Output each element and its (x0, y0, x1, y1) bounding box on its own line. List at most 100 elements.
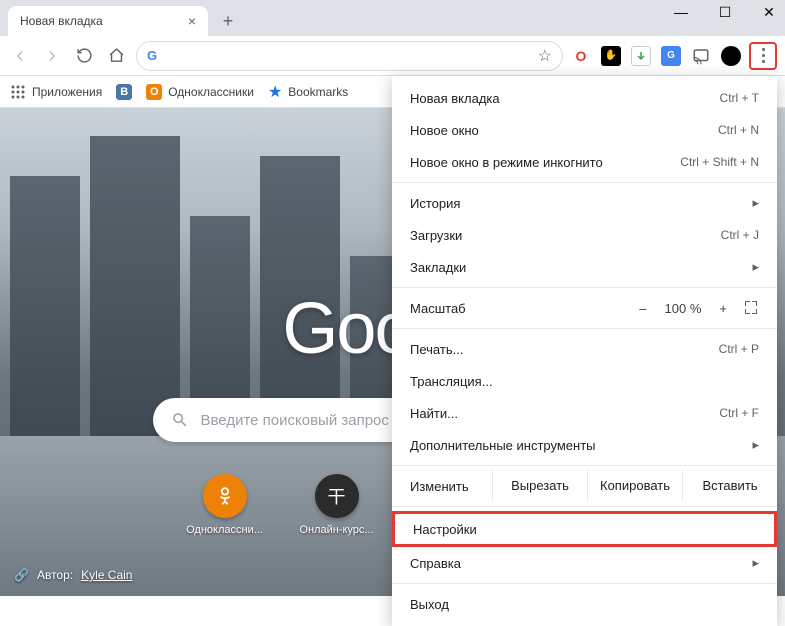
titlebar: Новая вкладка × + — ☐ ✕ (0, 0, 785, 36)
home-button[interactable] (104, 44, 128, 68)
menu-settings[interactable]: Настройки (392, 511, 777, 547)
author-name: Kyle Cain (81, 568, 132, 582)
menu-separator (392, 182, 777, 183)
menu-label: История (410, 196, 460, 211)
menu-new-tab[interactable]: Новая вкладка Ctrl + T (392, 82, 777, 114)
bookmark-ok-label: Одноклассники (168, 85, 254, 99)
tab-close-icon[interactable]: × (188, 13, 196, 29)
chrome-menu: Новая вкладка Ctrl + T Новое окно Ctrl +… (392, 76, 777, 626)
menu-label: Новое окно (410, 123, 479, 138)
browser-tab[interactable]: Новая вкладка × (8, 6, 208, 36)
ext-savefrom-icon[interactable] (631, 46, 651, 66)
menu-incognito[interactable]: Новое окно в режиме инкогнито Ctrl + Shi… (392, 146, 777, 178)
menu-label: Закладки (410, 260, 466, 275)
submenu-arrow-icon: ▸ (752, 437, 759, 453)
close-window-button[interactable]: ✕ (759, 4, 779, 21)
shortcut-course-icon: 干 (315, 474, 359, 518)
ext-cast-icon[interactable] (691, 46, 711, 66)
menu-separator (392, 583, 777, 584)
menu-print[interactable]: Печать... Ctrl + P (392, 333, 777, 365)
star-icon: ★ (268, 82, 282, 102)
bookmark-star[interactable]: ★ Bookmarks (268, 82, 348, 102)
menu-zoom: Масштаб – 100 % + (392, 292, 777, 324)
menu-shortcut: Ctrl + N (718, 123, 759, 137)
menu-label: Новое окно в режиме инкогнито (410, 155, 603, 170)
google-g-icon: G (147, 48, 157, 63)
menu-downloads[interactable]: Загрузки Ctrl + J (392, 219, 777, 251)
ext-opera-icon[interactable]: O (571, 46, 591, 66)
vertical-dots-icon (762, 48, 765, 63)
address-input[interactable] (165, 48, 530, 64)
menu-separator (392, 506, 777, 507)
maximize-button[interactable]: ☐ (715, 4, 735, 21)
window-controls: — ☐ ✕ (671, 4, 779, 21)
forward-button[interactable] (40, 44, 64, 68)
menu-bookmarks[interactable]: Закладки ▸ (392, 251, 777, 283)
tab-title: Новая вкладка (20, 14, 103, 28)
apps-grid-icon (10, 84, 26, 100)
menu-history[interactable]: История ▸ (392, 187, 777, 219)
menu-shortcut: Ctrl + J (721, 228, 759, 242)
edit-cut-button[interactable]: Вырезать (492, 470, 587, 502)
menu-separator (392, 328, 777, 329)
menu-shortcut: Ctrl + Shift + N (680, 155, 759, 169)
menu-find[interactable]: Найти... Ctrl + F (392, 397, 777, 429)
menu-separator (392, 287, 777, 288)
menu-shortcut: Ctrl + P (719, 342, 759, 356)
new-tab-button[interactable]: + (214, 7, 242, 35)
search-icon (171, 411, 189, 429)
back-button[interactable] (8, 44, 32, 68)
menu-label: Трансляция... (410, 374, 493, 389)
zoom-out-button[interactable]: – (639, 301, 646, 316)
vk-icon: B (116, 84, 132, 100)
bookmark-star-icon[interactable]: ☆ (538, 46, 552, 66)
author-prefix: Автор: (37, 568, 73, 582)
ext-adblock-icon[interactable]: ✋ (601, 46, 621, 66)
ok-icon: О (146, 84, 162, 100)
menu-new-window[interactable]: Новое окно Ctrl + N (392, 114, 777, 146)
zoom-in-button[interactable]: + (719, 301, 727, 316)
menu-separator (392, 465, 777, 466)
shortcut-label: Онлайн-курс... (299, 524, 373, 536)
link-icon: 🔗 (14, 568, 29, 582)
shortcut-ok-icon (203, 474, 247, 518)
menu-exit[interactable]: Выход (392, 588, 777, 620)
reload-button[interactable] (72, 44, 96, 68)
menu-more-tools[interactable]: Дополнительные инструменты ▸ (392, 429, 777, 461)
bookmark-ok[interactable]: О Одноклассники (146, 84, 254, 100)
menu-label: Новая вкладка (410, 91, 500, 106)
zoom-value: 100 % (665, 301, 702, 316)
ext-dark-icon[interactable] (721, 46, 741, 66)
submenu-arrow-icon: ▸ (752, 259, 759, 275)
menu-label: Печать... (410, 342, 463, 357)
search-placeholder: Введите поисковый запрос (201, 412, 389, 429)
submenu-arrow-icon: ▸ (752, 555, 759, 571)
menu-label: Справка (410, 556, 461, 571)
apps-label: Приложения (32, 85, 102, 99)
menu-shortcut: Ctrl + T (720, 91, 759, 105)
bookmark-star-label: Bookmarks (288, 85, 348, 99)
menu-label: Дополнительные инструменты (410, 438, 596, 453)
menu-shortcut: Ctrl + F (719, 406, 759, 420)
shortcut-label: Однокласcни... (186, 524, 263, 536)
toolbar: G ☆ O ✋ G (0, 36, 785, 76)
edit-copy-button[interactable]: Копировать (587, 470, 682, 502)
bookmark-vk[interactable]: B (116, 84, 132, 100)
ext-translate-icon[interactable]: G (661, 46, 681, 66)
menu-help[interactable]: Справка ▸ (392, 547, 777, 579)
menu-edit-row: Изменить Вырезать Копировать Вставить (392, 470, 777, 502)
chrome-menu-button[interactable] (749, 42, 777, 70)
submenu-arrow-icon: ▸ (752, 195, 759, 211)
fullscreen-icon[interactable] (745, 301, 759, 315)
apps-button[interactable]: Приложения (10, 84, 102, 100)
menu-cast[interactable]: Трансляция... (392, 365, 777, 397)
shortcut-ok[interactable]: Однокласcни... (184, 474, 266, 536)
extension-icons: O ✋ G (571, 46, 741, 66)
menu-label: Настройки (413, 522, 477, 537)
edit-paste-button[interactable]: Вставить (682, 470, 777, 502)
omnibox[interactable]: G ☆ (136, 41, 563, 71)
menu-label: Выход (410, 597, 449, 612)
background-author[interactable]: 🔗 Автор: Kyle Cain (14, 568, 132, 582)
shortcut-course[interactable]: 干 Онлайн-курс... (296, 474, 378, 536)
minimize-button[interactable]: — (671, 4, 691, 21)
